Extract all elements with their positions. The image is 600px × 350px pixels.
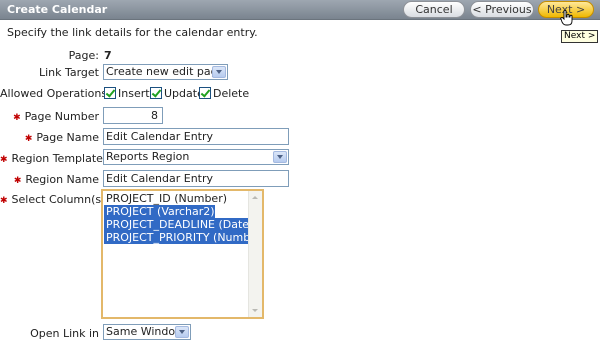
select-columns-listbox[interactable]: PROJECT_ID (Number) PROJECT (Varchar2) P… — [101, 189, 264, 319]
update-checkbox-wrap[interactable]: Update — [150, 86, 204, 100]
column-option-project-priority[interactable]: PROJECT_PRIORITY (Number) — [104, 231, 262, 244]
insert-checkbox[interactable] — [104, 87, 116, 99]
intro-text: Specify the link details for the calenda… — [7, 26, 258, 39]
column-option-project-id[interactable]: PROJECT_ID (Number) — [104, 192, 227, 205]
region-name-input[interactable]: Edit Calendar Entry — [103, 170, 289, 187]
page-number-input[interactable]: 8 — [103, 107, 163, 124]
previous-button[interactable]: < Previous — [470, 1, 534, 18]
chevron-down-icon[interactable] — [212, 66, 226, 78]
hand-cursor-icon — [560, 10, 573, 26]
region-name-label-wrap: ✱ Region Name — [0, 173, 99, 186]
required-icon: ✱ — [13, 176, 22, 186]
cancel-button[interactable]: Cancel — [403, 1, 465, 18]
page-name-label: Page Name — [36, 131, 99, 144]
chevron-down-icon[interactable] — [175, 326, 189, 338]
delete-label: Delete — [213, 86, 250, 100]
next-tooltip: Next > — [561, 30, 599, 43]
scroll-up-icon[interactable] — [249, 191, 262, 204]
insert-label: Insert — [118, 86, 150, 100]
required-icon: ✱ — [0, 155, 8, 165]
open-link-in-value: Same Window — [106, 325, 185, 338]
page-name-input[interactable]: Edit Calendar Entry — [103, 128, 289, 145]
region-template-label-wrap: ✱ Region Template — [0, 152, 103, 165]
link-target-select[interactable]: Create new edit page — [103, 64, 228, 80]
region-template-label: Region Template — [11, 152, 103, 165]
allowed-operations-label: Allowed Operations: — [0, 87, 111, 100]
required-icon: ✱ — [13, 113, 21, 123]
select-columns-label: Select Column(s) — [11, 193, 106, 206]
open-link-in-select[interactable]: Same Window — [103, 324, 191, 340]
region-template-value: Reports Region — [106, 150, 190, 163]
region-template-select[interactable]: Reports Region — [103, 149, 289, 165]
page-number-label-wrap: ✱ Page Number — [0, 110, 99, 123]
delete-checkbox[interactable] — [199, 87, 211, 99]
scroll-down-icon[interactable] — [249, 304, 262, 317]
page-value: 7 — [104, 49, 112, 62]
chevron-down-icon[interactable] — [273, 151, 287, 163]
page-number-label: Page Number — [24, 110, 99, 123]
page-label: Page: — [68, 49, 99, 62]
update-checkbox[interactable] — [150, 87, 162, 99]
wizard-title: Create Calendar — [7, 3, 108, 16]
select-columns-label-wrap: ✱ Select Column(s) — [0, 193, 105, 206]
link-target-value: Create new edit page — [106, 65, 225, 78]
open-link-in-label: Open Link in — [30, 327, 99, 340]
column-option-project-deadline[interactable]: PROJECT_DEADLINE (Date) — [104, 218, 254, 231]
page-name-label-wrap: ✱ Page Name — [0, 131, 99, 144]
required-icon: ✱ — [0, 196, 8, 206]
listbox-scrollbar[interactable] — [248, 191, 262, 317]
link-target-label: Link Target — [38, 66, 99, 79]
column-option-project[interactable]: PROJECT (Varchar2) — [104, 205, 215, 218]
delete-checkbox-wrap[interactable]: Delete — [199, 86, 249, 100]
update-label: Update — [164, 86, 204, 100]
region-name-label: Region Name — [25, 173, 99, 186]
required-icon: ✱ — [24, 134, 33, 144]
insert-checkbox-wrap[interactable]: Insert — [104, 86, 150, 100]
